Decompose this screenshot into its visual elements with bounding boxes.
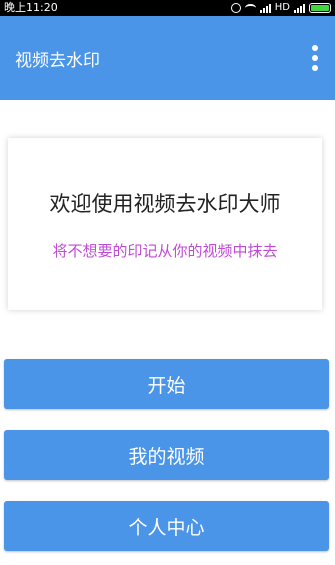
signal-icon	[294, 3, 305, 13]
alarm-icon	[230, 3, 241, 13]
status-bar: 晚上11:20 HD	[0, 0, 335, 16]
app-bar: 视频去水印	[0, 16, 335, 100]
wifi-icon	[244, 4, 256, 12]
app-title: 视频去水印	[15, 50, 100, 71]
status-icons: HD	[230, 0, 331, 16]
profile-button[interactable]: 个人中心	[4, 501, 329, 551]
my-videos-button[interactable]: 我的视频	[4, 430, 329, 480]
signal-icon	[259, 3, 271, 13]
welcome-subtitle: 将不想要的印记从你的视频中抹去	[52, 241, 278, 260]
welcome-title: 欢迎使用视频去水印大师	[49, 191, 281, 216]
battery-icon	[309, 3, 331, 13]
status-time: 晚上11:20	[4, 1, 58, 14]
more-vert-icon[interactable]	[295, 16, 335, 100]
welcome-card: 欢迎使用视频去水印大师 将不想要的印记从你的视频中抹去	[8, 138, 322, 310]
network-type: HD	[274, 2, 290, 13]
start-button[interactable]: 开始	[4, 359, 329, 409]
